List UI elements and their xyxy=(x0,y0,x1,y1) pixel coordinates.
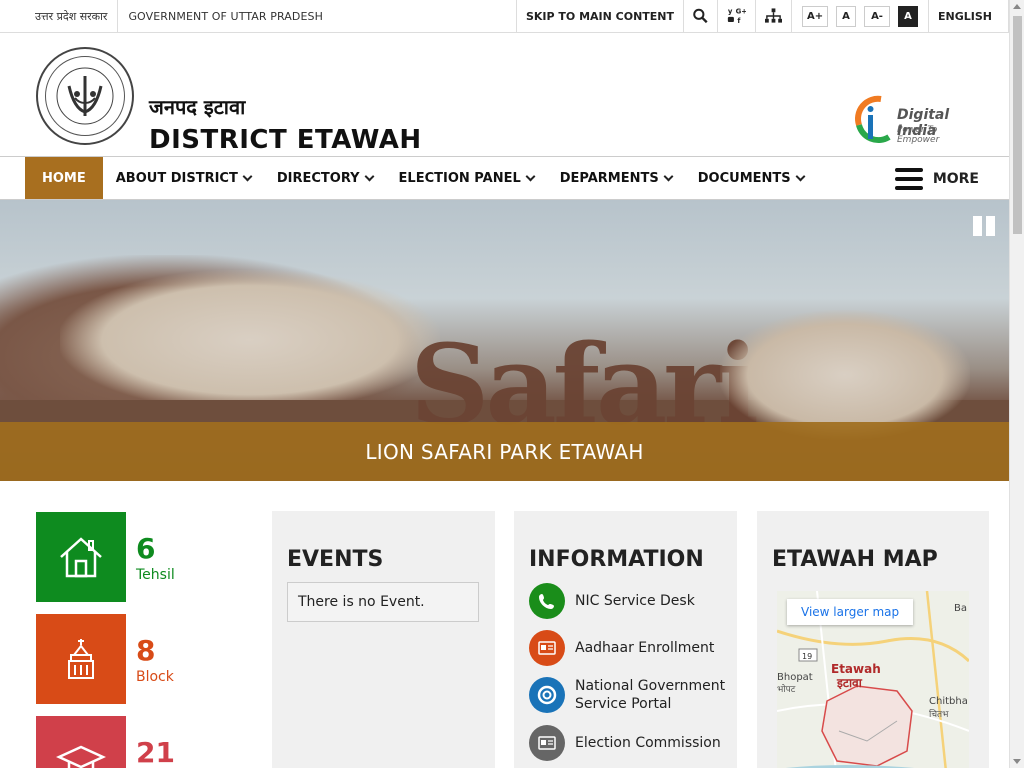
scroll-up-arrow-icon[interactable] xyxy=(1013,4,1021,9)
chevron-down-icon xyxy=(795,171,806,181)
page-scrollbar[interactable] xyxy=(1009,0,1024,768)
scroll-down-arrow-icon[interactable] xyxy=(1013,759,1021,764)
map-label-bhopat: Bhopat xyxy=(777,672,813,683)
main-nav: HOME ABOUT DISTRICT DIRECTORY ELECTION P… xyxy=(0,157,1009,200)
map-label-etawah-hindi: इटावा xyxy=(836,676,863,690)
info-item-label: Aadhaar Enrollment xyxy=(575,640,715,656)
font-size-controls: A+ A A- A xyxy=(791,0,928,32)
top-bar-right: SKIP TO MAIN CONTENT y G+ f A+ A A- A ENG… xyxy=(515,0,1009,32)
stat-block-value: 8 xyxy=(136,634,156,667)
stat-third-value: 21 xyxy=(136,736,175,768)
map-title: ETAWAH MAP xyxy=(772,547,938,572)
stat-block-label: Block xyxy=(136,669,174,685)
font-increase-button[interactable]: A+ xyxy=(802,5,829,27)
nav-election-panel[interactable]: ELECTION PANEL xyxy=(386,157,547,199)
building-icon xyxy=(36,614,126,704)
lifebuoy-icon xyxy=(529,677,565,714)
hero-slider[interactable]: Safari LION SAFARI PARK ETAWAH xyxy=(0,200,1009,481)
nav-departments[interactable]: DEPARMENTS xyxy=(547,157,685,199)
info-item-nic-service-desk[interactable]: NIC Service Desk xyxy=(529,583,695,619)
slide-lion-statue-right xyxy=(720,310,970,440)
nav-about-district-label: ABOUT DISTRICT xyxy=(115,170,238,186)
gov-name-link[interactable]: GOVERNMENT OF UTTAR PRADESH xyxy=(118,10,323,23)
nav-home-label: HOME xyxy=(42,170,86,186)
chevron-down-icon xyxy=(525,171,536,181)
sitemap-icon[interactable] xyxy=(755,0,791,32)
map-label-chitbha: Chitbha xyxy=(929,696,968,707)
digital-india-logo[interactable]: Digital India Power To Empower xyxy=(851,95,981,149)
nav-directory-label: DIRECTORY xyxy=(276,170,360,186)
events-panel: EVENTS There is no Event. xyxy=(272,511,495,768)
chevron-down-icon xyxy=(242,171,253,181)
map-road-badge: 19 xyxy=(802,652,812,661)
nav-departments-label: DEPARMENTS xyxy=(559,170,659,186)
district-hindi-name: जनपद इटावा xyxy=(149,95,246,119)
stat-third[interactable]: 21 xyxy=(36,716,236,768)
stat-tehsil-value: 6 xyxy=(136,532,156,565)
page: उत्तर प्रदेश सरकार GOVERNMENT OF UTTAR P… xyxy=(0,0,1009,768)
map-label-ba: Ba xyxy=(954,603,967,614)
hindi-gov-link[interactable]: उत्तर प्रदेश सरकार xyxy=(35,0,119,32)
social-media-icon[interactable]: y G+ f xyxy=(717,0,755,32)
up-government-emblem[interactable] xyxy=(36,47,134,145)
slide-lion-statue-left xyxy=(60,270,440,410)
nav-election-panel-label: ELECTION PANEL xyxy=(398,170,521,186)
events-title: EVENTS xyxy=(287,547,384,572)
skip-to-main-content-link[interactable]: SKIP TO MAIN CONTENT xyxy=(515,0,683,32)
slider-pause-icon[interactable] xyxy=(973,216,995,236)
info-item-election-commission[interactable]: Election Commission xyxy=(529,725,721,761)
map-panel: ETAWAH MAP 19 Etawah इटावा Bhopat भोपट C… xyxy=(757,511,989,768)
phone-icon xyxy=(529,583,565,619)
map-label-chitbha-hindi: चितभ xyxy=(929,708,949,720)
slide-caption: LION SAFARI PARK ETAWAH xyxy=(0,422,1009,481)
information-title: INFORMATION xyxy=(529,547,704,572)
nav-more-button[interactable]: MORE xyxy=(894,157,979,200)
id-card-icon xyxy=(529,630,565,666)
info-item-national-government-service-portal[interactable]: National Government Service Portal xyxy=(529,677,729,714)
language-select[interactable]: ENGLISH xyxy=(928,0,1009,32)
map-label-etawah: Etawah xyxy=(831,662,881,676)
font-decrease-button[interactable]: A- xyxy=(864,5,891,27)
digital-india-ring-icon xyxy=(855,95,891,144)
high-contrast-button[interactable]: A xyxy=(898,5,919,27)
nav-more-label: MORE xyxy=(932,170,979,187)
emblem-inner xyxy=(45,56,125,136)
info-item-aadhaar-enrollment[interactable]: Aadhaar Enrollment xyxy=(529,630,714,666)
svg-text:G+: G+ xyxy=(736,7,746,15)
graduation-cap-icon xyxy=(36,716,126,768)
nav-about-district[interactable]: ABOUT DISTRICT xyxy=(103,157,264,199)
ballot-card-icon xyxy=(529,725,565,761)
stat-block[interactable]: 8 Block xyxy=(36,614,236,704)
scrollbar-thumb[interactable] xyxy=(1013,16,1022,234)
nav-documents-label: DOCUMENTS xyxy=(697,170,791,186)
digital-india-tagline: Power To Empower xyxy=(897,125,940,145)
no-event-message: There is no Event. xyxy=(287,582,479,622)
home-icon xyxy=(36,512,126,602)
svg-text:y: y xyxy=(728,7,733,15)
search-icon[interactable] xyxy=(683,0,717,32)
main-content: 6 Tehsil 8 Block 21 EVENTS There is no E… xyxy=(0,481,1009,768)
chevron-down-icon xyxy=(364,171,374,181)
stat-tehsil-label: Tehsil xyxy=(136,567,175,583)
slide-caption-text: LION SAFARI PARK ETAWAH xyxy=(365,439,644,464)
info-item-label: National Government Service Portal xyxy=(575,678,726,713)
info-item-label: Election Commission xyxy=(575,735,721,751)
top-bar: उत्तर प्रदेश सरकार GOVERNMENT OF UTTAR P… xyxy=(0,0,1009,33)
nav-directory[interactable]: DIRECTORY xyxy=(264,157,386,199)
chevron-down-icon xyxy=(663,171,674,181)
nav-documents[interactable]: DOCUMENTS xyxy=(685,157,817,199)
svg-text:f: f xyxy=(737,17,741,25)
nav-home[interactable]: HOME xyxy=(25,157,103,199)
top-bar-left: उत्तर प्रदेश सरकार GOVERNMENT OF UTTAR P… xyxy=(0,0,323,32)
stat-tehsil[interactable]: 6 Tehsil xyxy=(36,512,236,602)
view-larger-map-button[interactable]: View larger map xyxy=(787,599,914,625)
district-title[interactable]: DISTRICT ETAWAH xyxy=(149,125,422,155)
font-normal-button[interactable]: A xyxy=(836,5,857,27)
embedded-map[interactable]: 19 Etawah इटावा Bhopat भोपट Chitbha चितभ… xyxy=(777,591,969,768)
info-item-label: NIC Service Desk xyxy=(575,593,695,609)
hamburger-menu-icon xyxy=(894,167,923,190)
map-label-bhopat-hindi: भोपट xyxy=(777,683,796,695)
information-panel: INFORMATION NIC Service Desk Aadhaar Enr… xyxy=(514,511,737,768)
site-header: जनपद इटावा DISTRICT ETAWAH Digital India… xyxy=(0,33,1009,157)
